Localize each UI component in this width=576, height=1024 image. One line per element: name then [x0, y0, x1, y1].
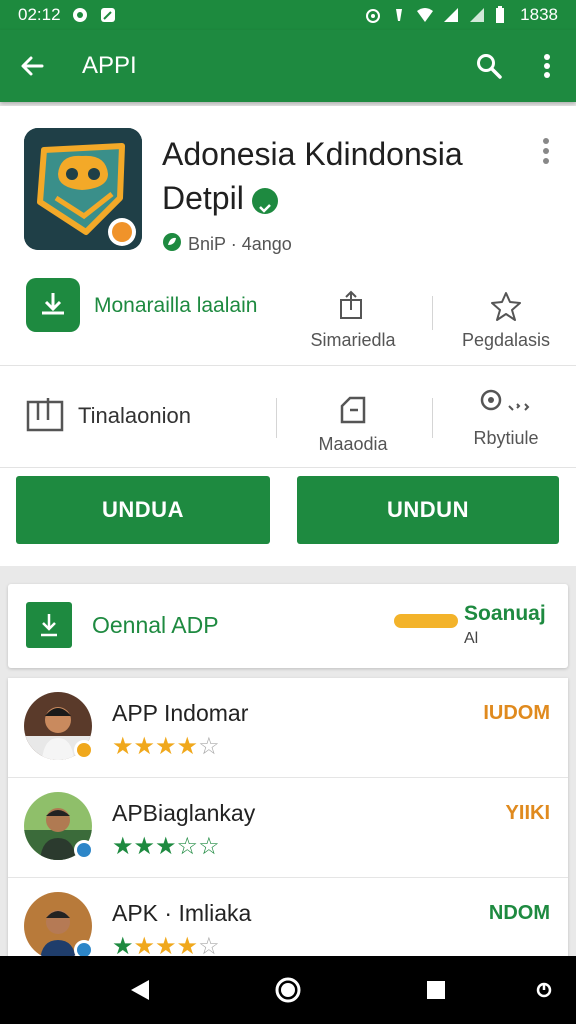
list-item-name: APBiaglankay — [112, 800, 256, 826]
divider — [432, 296, 433, 330]
back-arrow-icon[interactable] — [0, 30, 64, 102]
stats-row-1: Monarailla laalain Simariedla Pegdalasis — [0, 266, 576, 366]
star-icon: ★ — [133, 833, 156, 860]
nav-recents-icon[interactable] — [406, 956, 466, 1024]
alarm-icon — [364, 6, 382, 24]
info-label: Tinalaonion — [78, 403, 191, 428]
status-bar: 02:12 1838 — [0, 0, 576, 30]
list-item-tag: IUDOM — [483, 702, 550, 724]
vibrate-icon — [390, 6, 408, 24]
star-icon: ★ — [155, 833, 177, 860]
star-icon: ★ — [176, 733, 199, 760]
download-side-sub: Al — [464, 630, 479, 647]
app-subtitle: BniP · 4ango — [162, 232, 292, 257]
status-time: 02:12 — [18, 5, 61, 24]
stat-media-label: Maaodia — [318, 434, 388, 454]
star-icon: ★ — [112, 833, 134, 860]
share-icon — [300, 286, 406, 322]
star-icon: ★ — [112, 733, 134, 760]
notification-icon — [71, 6, 89, 24]
list-item-tag: NDOM — [488, 902, 550, 924]
edit-notification-icon — [99, 6, 117, 24]
nav-extra-icon[interactable] — [514, 956, 574, 1024]
nav-home-icon[interactable] — [258, 956, 318, 1024]
download-icon — [26, 602, 72, 648]
more-options-icon[interactable] — [536, 136, 556, 166]
download-label: Oennal ADP — [92, 612, 219, 638]
info-item[interactable]: Tinalaonion — [26, 394, 191, 438]
signal-icon — [442, 6, 460, 24]
divider — [432, 398, 433, 438]
star-outline-icon — [452, 286, 560, 322]
install-icon[interactable] — [26, 278, 80, 332]
undua-button[interactable]: UNDUA — [16, 476, 270, 544]
search-icon[interactable] — [460, 30, 518, 102]
progress-pill — [394, 614, 458, 628]
stat-similar-label: Simariedla — [310, 330, 396, 350]
list-item[interactable]: APBiaglankay ★★★☆☆ YIIKI — [8, 778, 568, 878]
people-icon — [452, 384, 560, 420]
leaf-icon — [162, 232, 182, 257]
document-icon — [26, 394, 66, 438]
app-title-line2: Detpil — [162, 180, 244, 216]
app-list-card: APP Indomar ★★★★☆ IUDOM APBiaglankay ★★★… — [8, 678, 568, 968]
battery-icon — [494, 6, 512, 24]
main-stat-label: Monarailla laalain — [94, 294, 258, 317]
download-card[interactable]: Oennal ADP Soanuaj Al — [8, 584, 568, 668]
signal-2-icon — [468, 6, 486, 24]
verified-badge-icon — [251, 187, 278, 214]
stats-row-2: Tinalaonion Maaodia Rbytiule — [0, 368, 576, 468]
app-bar-title: APPI — [82, 52, 137, 79]
divider — [276, 398, 277, 438]
app-bar: APPI — [0, 30, 576, 102]
app-title-line1: Adonesia Kdindonsia — [162, 136, 463, 172]
more-vert-icon[interactable] — [518, 30, 576, 102]
rating-stars: ★★★★☆ — [112, 732, 220, 761]
subtitle-text: BniP · 4ango — [188, 234, 292, 254]
app-title: Adonesia Kdindonsia Detpil — [162, 132, 522, 220]
stat-rating[interactable]: Pegdalasis — [452, 286, 560, 351]
list-item-tag: YIIKI — [505, 802, 550, 824]
list-item-name: APP Indomar — [112, 700, 249, 726]
stat-similar[interactable]: Simariedla — [300, 286, 406, 351]
app-detail-card: Adonesia Kdindonsia Detpil BniP · 4ango … — [0, 106, 576, 566]
stat-rbytiule[interactable]: Rbytiule — [452, 384, 560, 449]
media-icon — [300, 390, 406, 426]
list-item-name: APK · Imliaka — [112, 900, 252, 926]
system-nav-bar — [0, 956, 576, 1024]
list-item[interactable]: APP Indomar ★★★★☆ IUDOM — [8, 678, 568, 778]
badge-icon — [74, 740, 94, 760]
rating-stars: ★★★☆☆ — [112, 832, 220, 861]
app-logo-icon — [24, 128, 142, 250]
stat-rating-label: Pegdalasis — [461, 330, 551, 350]
badge-icon — [74, 840, 94, 860]
battery-text: 1838 — [520, 5, 558, 24]
stat-rbytiule-label: Rbytiule — [473, 428, 539, 448]
stat-media[interactable]: Maaodia — [300, 390, 406, 455]
star-outline-icon: ☆ — [176, 833, 199, 860]
star-outline-icon: ☆ — [198, 733, 220, 760]
download-side-title: Soanuaj — [464, 602, 546, 625]
nav-back-icon[interactable] — [110, 956, 170, 1024]
wifi-icon — [416, 6, 434, 24]
star-icon: ★ — [133, 733, 156, 760]
star-outline-icon: ☆ — [198, 833, 220, 860]
star-icon: ★ — [155, 733, 177, 760]
undun-button[interactable]: UNDUN — [297, 476, 559, 544]
